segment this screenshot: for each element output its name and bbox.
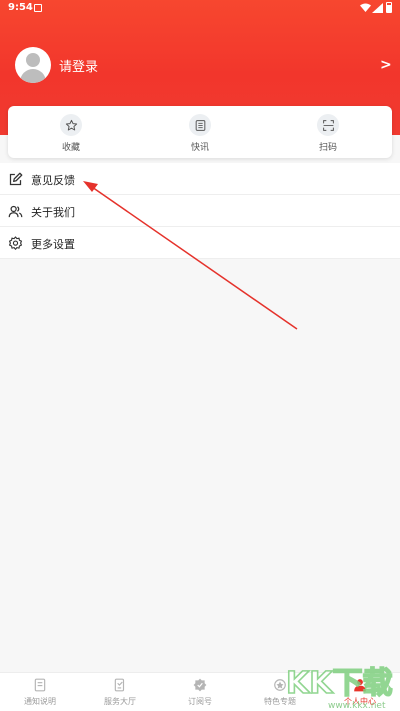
battery-icon xyxy=(386,2,392,13)
menu-item-about[interactable]: 关于我们 xyxy=(0,195,400,227)
settings-menu-list: 意见反馈 关于我们 更多设置 xyxy=(0,163,400,259)
news-list-icon xyxy=(189,114,211,136)
tab-label: 服务大厅 xyxy=(104,697,136,706)
star-icon xyxy=(60,114,82,136)
quick-action-label: 扫码 xyxy=(318,143,337,153)
status-time: 9:54 xyxy=(8,2,33,13)
gear-icon xyxy=(9,236,22,250)
kk-download-watermark: KK下载 www.kkx.net xyxy=(285,665,393,711)
service-icon xyxy=(114,678,125,692)
signal-icon xyxy=(372,3,383,13)
quick-action-label: 快讯 xyxy=(190,143,209,153)
watermark-brand: KK下载 xyxy=(286,666,393,701)
menu-item-feedback[interactable]: 意见反馈 xyxy=(0,163,400,195)
quick-action-news[interactable]: 快讯 xyxy=(170,114,230,156)
subscribe-icon xyxy=(193,678,207,692)
menu-item-label: 更多设置 xyxy=(31,238,75,251)
chevron-right-icon: > xyxy=(380,57,392,73)
profile-login-row[interactable]: 请登录 > xyxy=(0,40,400,90)
tab-label: 订阅号 xyxy=(188,697,212,706)
tab-label: 通知说明 xyxy=(24,697,56,706)
users-icon xyxy=(8,205,23,218)
notification-app-icon xyxy=(34,4,42,12)
tab-subscription[interactable]: 订阅号 xyxy=(160,673,240,711)
watermark-url: www.kkx.net xyxy=(328,701,386,711)
menu-item-more-settings[interactable]: 更多设置 xyxy=(0,227,400,259)
quick-actions-card: 收藏 快讯 扫码 xyxy=(8,106,392,158)
menu-item-label: 意见反馈 xyxy=(31,174,75,187)
quick-action-favorites[interactable]: 收藏 xyxy=(41,114,101,156)
notice-icon xyxy=(34,678,46,692)
edit-icon xyxy=(9,172,23,186)
tab-service-hall[interactable]: 服务大厅 xyxy=(80,673,160,711)
status-bar: 9:54 xyxy=(0,0,400,18)
quick-action-label: 收藏 xyxy=(61,143,80,153)
tab-notice[interactable]: 通知说明 xyxy=(0,673,80,711)
quick-action-scan[interactable]: 扫码 xyxy=(298,114,358,156)
wifi-icon xyxy=(360,3,371,12)
login-label: 请登录 xyxy=(59,60,99,75)
menu-item-label: 关于我们 xyxy=(31,206,75,219)
user-avatar-icon xyxy=(15,47,51,83)
scan-icon xyxy=(317,114,339,136)
